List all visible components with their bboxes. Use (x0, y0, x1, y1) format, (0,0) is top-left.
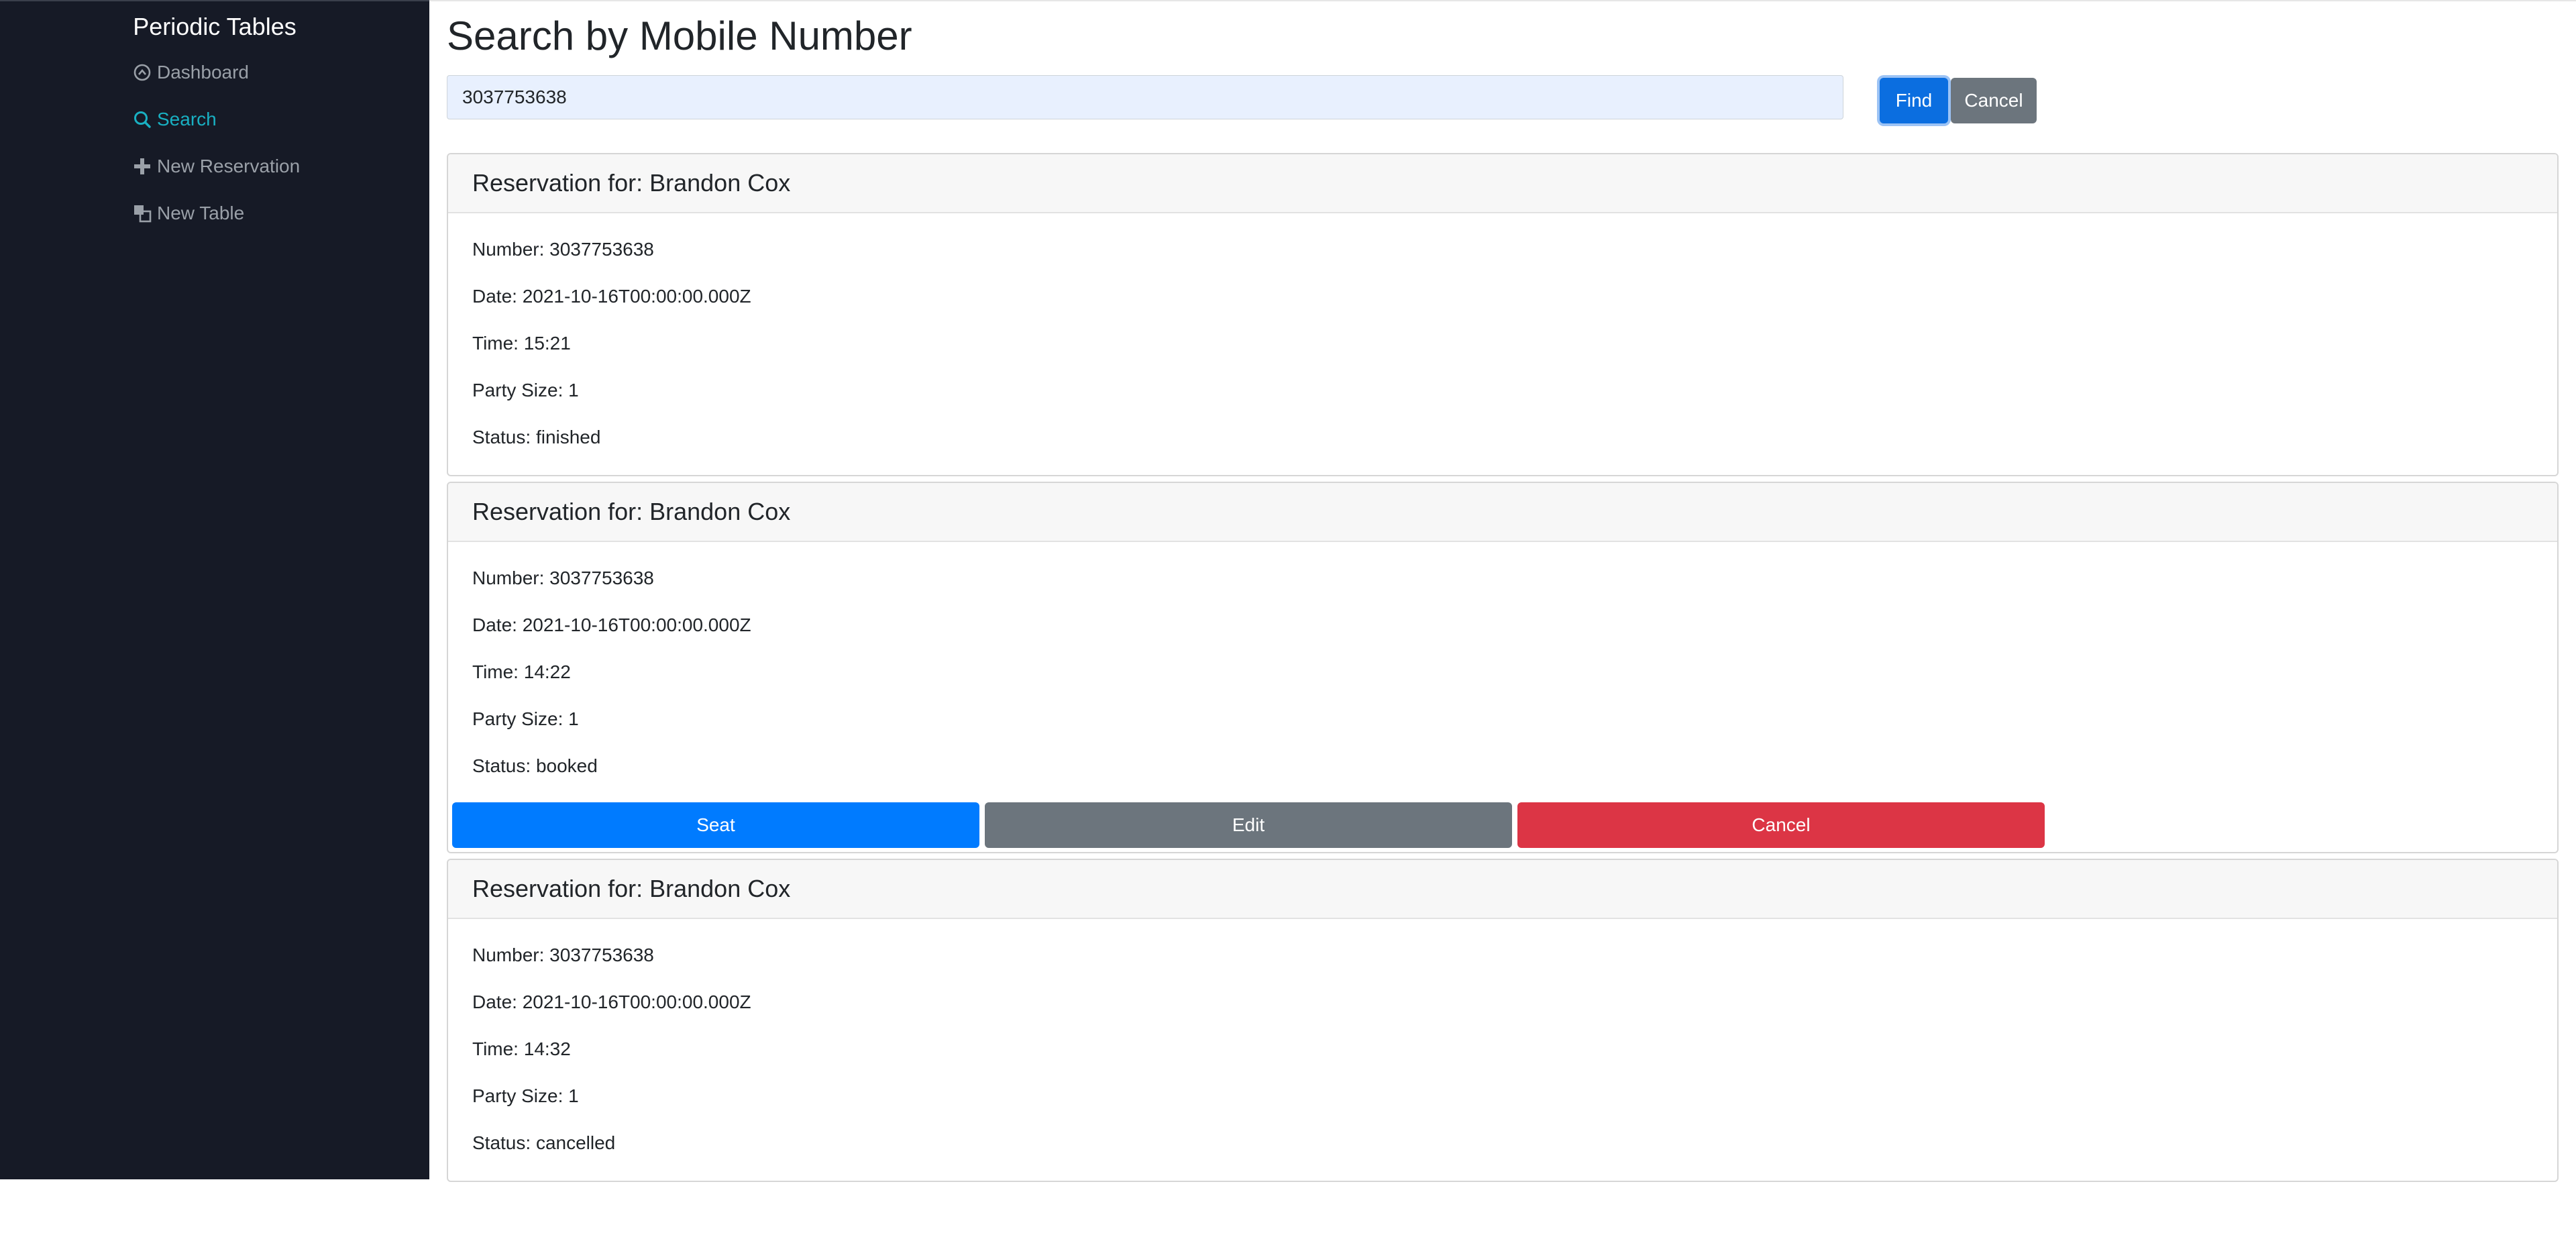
sidebar-item-label: Search (157, 109, 217, 129)
reservation-card: Reservation for: Brandon Cox Number: 303… (447, 153, 2559, 476)
sidebar-item-new-table[interactable]: New Table (133, 200, 244, 227)
mobile-number-input[interactable] (447, 75, 1843, 119)
sidebar-item-dashboard[interactable]: Dashboard (133, 59, 249, 86)
sidebar-item-label: Dashboard (157, 62, 249, 83)
reservation-time: Time: 14:32 (472, 1038, 571, 1059)
sidebar-item-label: New Table (157, 203, 245, 223)
reservation-number: Number: 3037753638 (472, 568, 654, 588)
find-button[interactable]: Find (1880, 78, 1948, 123)
search-icon (133, 110, 152, 129)
reservation-party-size: Party Size: 1 (472, 1085, 579, 1106)
reservation-time: Time: 15:21 (472, 333, 571, 354)
reservation-status: Status: cancelled (472, 1132, 616, 1153)
sidebar-item-label: New Reservation (157, 156, 301, 176)
reservation-actions: Seat Edit Cancel (452, 802, 2062, 849)
edit-button[interactable]: Edit (985, 802, 1512, 848)
cancel-reservation-button[interactable]: Cancel (1517, 802, 2045, 848)
reservation-number: Number: 3037753638 (472, 239, 654, 260)
reservation-party-size: Party Size: 1 (472, 708, 579, 729)
cancel-search-button[interactable]: Cancel (1951, 78, 2037, 123)
reservation-header: Reservation for: Brandon Cox (448, 483, 2557, 542)
sidebar: Periodic Tables Dashboard Search New Res… (0, 0, 429, 1179)
sidebar-item-search[interactable]: Search (133, 106, 217, 133)
reservation-header: Reservation for: Brandon Cox (448, 860, 2557, 919)
reservation-card: Reservation for: Brandon Cox Number: 303… (447, 859, 2559, 1182)
main-content: Search by Mobile Number Find Cancel Rese… (429, 0, 2576, 1233)
reservation-card: Reservation for: Brandon Cox Number: 303… (447, 482, 2559, 853)
sidebar-item-new-reservation[interactable]: New Reservation (133, 153, 300, 180)
reservation-date: Date: 2021-10-16T00:00:00.000Z (472, 614, 751, 635)
reservation-time: Time: 14:22 (472, 661, 571, 682)
page-title: Search by Mobile Number (447, 13, 912, 58)
plus-icon (133, 157, 152, 176)
app-brand[interactable]: Periodic Tables (0, 12, 429, 42)
reservation-number: Number: 3037753638 (472, 945, 654, 965)
dashboard-icon (133, 63, 152, 82)
table-icon (133, 204, 152, 223)
reservation-party-size: Party Size: 1 (472, 380, 579, 400)
reservation-status: Status: finished (472, 427, 601, 447)
reservation-date: Date: 2021-10-16T00:00:00.000Z (472, 286, 751, 307)
reservation-header: Reservation for: Brandon Cox (448, 154, 2557, 213)
reservation-date: Date: 2021-10-16T00:00:00.000Z (472, 991, 751, 1012)
seat-button[interactable]: Seat (452, 802, 979, 848)
reservation-status: Status: booked (472, 755, 598, 776)
